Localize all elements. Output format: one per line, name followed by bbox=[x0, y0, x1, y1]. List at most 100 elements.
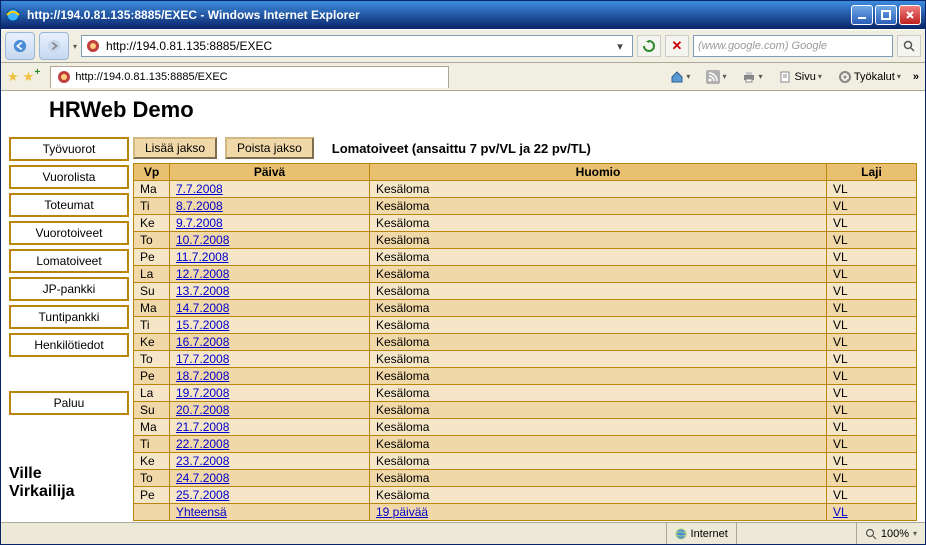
date-link[interactable]: 13.7.2008 bbox=[176, 284, 229, 298]
address-dropdown-icon[interactable]: ▾ bbox=[612, 40, 628, 53]
sidebar-item-2[interactable]: Toteumat bbox=[9, 193, 129, 217]
delete-period-button[interactable]: Poista jakso bbox=[225, 137, 314, 159]
cell-type: VL bbox=[827, 368, 917, 385]
date-link[interactable]: 9.7.2008 bbox=[176, 216, 223, 230]
tab-label: http://194.0.81.135:8885/EXEC bbox=[75, 71, 227, 83]
cell-type: VL bbox=[827, 232, 917, 249]
date-link[interactable]: 21.7.2008 bbox=[176, 420, 229, 434]
cell-type: VL bbox=[827, 351, 917, 368]
home-button[interactable]: ▾ bbox=[666, 68, 694, 86]
table-row: To17.7.2008KesälomaVL bbox=[134, 351, 917, 368]
search-box[interactable]: (www.google.com) Google bbox=[693, 35, 893, 57]
date-link[interactable]: 16.7.2008 bbox=[176, 335, 229, 349]
cell-date: 10.7.2008 bbox=[170, 232, 370, 249]
maximize-button[interactable] bbox=[875, 5, 897, 25]
cell-note: Kesäloma bbox=[370, 487, 827, 504]
ie-icon bbox=[5, 7, 21, 23]
date-link[interactable]: 12.7.2008 bbox=[176, 267, 229, 281]
cell-date: 9.7.2008 bbox=[170, 215, 370, 232]
add-period-button[interactable]: Lisää jakso bbox=[133, 137, 217, 159]
date-link[interactable]: 20.7.2008 bbox=[176, 403, 229, 417]
tools-menu[interactable]: Työkalut▾ bbox=[834, 68, 905, 86]
table-row: La12.7.2008KesälomaVL bbox=[134, 266, 917, 283]
sidebar-item-1[interactable]: Vuorolista bbox=[9, 165, 129, 189]
date-link[interactable]: 23.7.2008 bbox=[176, 454, 229, 468]
cell-weekday: Ke bbox=[134, 334, 170, 351]
url-input[interactable] bbox=[104, 38, 612, 54]
cell-date: 17.7.2008 bbox=[170, 351, 370, 368]
col-weekday: Vp bbox=[134, 164, 170, 181]
feeds-button[interactable]: ▾ bbox=[702, 68, 730, 86]
date-link[interactable]: 17.7.2008 bbox=[176, 352, 229, 366]
cell-type: VL bbox=[827, 215, 917, 232]
date-link[interactable]: 25.7.2008 bbox=[176, 488, 229, 502]
sidebar-item-4[interactable]: Lomatoiveet bbox=[9, 249, 129, 273]
cell-weekday: La bbox=[134, 266, 170, 283]
window-titlebar: http://194.0.81.135:8885/EXEC - Windows … bbox=[1, 1, 925, 29]
sidebar-item-6[interactable]: Tuntipankki bbox=[9, 305, 129, 329]
cell-note: Kesäloma bbox=[370, 181, 827, 198]
back-button[interactable] bbox=[5, 32, 35, 60]
toolbar-overflow-icon[interactable]: » bbox=[913, 71, 919, 83]
cell-type: VL bbox=[827, 198, 917, 215]
cell-note: Kesäloma bbox=[370, 419, 827, 436]
date-link[interactable]: 24.7.2008 bbox=[176, 471, 229, 485]
total-days-link[interactable]: 19 päivää bbox=[376, 505, 428, 519]
address-bar[interactable]: ▾ bbox=[81, 35, 633, 57]
search-button[interactable] bbox=[897, 35, 921, 57]
cell-weekday: Ma bbox=[134, 181, 170, 198]
cell-note: Kesäloma bbox=[370, 283, 827, 300]
zoom-control[interactable]: 100% ▾ bbox=[856, 523, 925, 544]
date-link[interactable]: 7.7.2008 bbox=[176, 182, 223, 196]
col-note: Huomio bbox=[370, 164, 827, 181]
table-row: La19.7.2008KesälomaVL bbox=[134, 385, 917, 402]
total-type-link[interactable]: VL bbox=[833, 505, 848, 519]
user-name: VilleVirkailija bbox=[9, 465, 127, 501]
tab-toolbar: ★ ★ http://194.0.81.135:8885/EXEC ▾ ▾ ▾ … bbox=[1, 63, 925, 91]
table-row: Ke9.7.2008KesälomaVL bbox=[134, 215, 917, 232]
cell-note: Kesäloma bbox=[370, 198, 827, 215]
close-button[interactable] bbox=[899, 5, 921, 25]
security-zone: Internet bbox=[666, 523, 736, 544]
internet-zone-icon bbox=[675, 528, 687, 540]
date-link[interactable]: 11.7.2008 bbox=[176, 250, 229, 264]
sidebar-item-7[interactable]: Henkilötiedot bbox=[9, 333, 129, 357]
col-type: Laji bbox=[827, 164, 917, 181]
sidebar-item-0[interactable]: Työvuorot bbox=[9, 137, 129, 161]
total-label-link[interactable]: Yhteensä bbox=[176, 505, 227, 519]
cell-note: Kesäloma bbox=[370, 266, 827, 283]
cell-note: Kesäloma bbox=[370, 232, 827, 249]
browser-tab[interactable]: http://194.0.81.135:8885/EXEC bbox=[50, 66, 448, 88]
date-link[interactable]: 18.7.2008 bbox=[176, 369, 229, 383]
cell-note: Kesäloma bbox=[370, 215, 827, 232]
cell-type: VL bbox=[827, 385, 917, 402]
table-row: Ma21.7.2008KesälomaVL bbox=[134, 419, 917, 436]
date-link[interactable]: 14.7.2008 bbox=[176, 301, 229, 315]
cell-date: 19.7.2008 bbox=[170, 385, 370, 402]
sidebar-item-5[interactable]: JP-pankki bbox=[9, 277, 129, 301]
date-link[interactable]: 15.7.2008 bbox=[176, 318, 229, 332]
app-title: HRWeb Demo bbox=[1, 91, 925, 133]
sidebar-item-3[interactable]: Vuorotoiveet bbox=[9, 221, 129, 245]
cell-date: 21.7.2008 bbox=[170, 419, 370, 436]
sidebar-back-button[interactable]: Paluu bbox=[9, 391, 129, 415]
search-placeholder: (www.google.com) Google bbox=[698, 40, 827, 52]
add-favorite-icon[interactable]: ★ bbox=[23, 69, 35, 85]
favorites-icon[interactable]: ★ bbox=[7, 69, 19, 85]
date-link[interactable]: 8.7.2008 bbox=[176, 199, 223, 213]
print-button[interactable]: ▾ bbox=[738, 68, 766, 86]
date-link[interactable]: 22.7.2008 bbox=[176, 437, 229, 451]
refresh-button[interactable] bbox=[637, 35, 661, 57]
table-row: To24.7.2008KesälomaVL bbox=[134, 470, 917, 487]
cell-date: 8.7.2008 bbox=[170, 198, 370, 215]
forward-button[interactable] bbox=[39, 32, 69, 60]
favicon-icon bbox=[86, 39, 100, 53]
date-link[interactable]: 19.7.2008 bbox=[176, 386, 229, 400]
cell-weekday: Ma bbox=[134, 419, 170, 436]
nav-history-dropdown[interactable]: ▾ bbox=[73, 42, 77, 51]
table-row: Ke16.7.2008KesälomaVL bbox=[134, 334, 917, 351]
stop-button[interactable]: ✕ bbox=[665, 35, 689, 57]
page-menu[interactable]: Sivu▾ bbox=[774, 68, 825, 86]
minimize-button[interactable] bbox=[851, 5, 873, 25]
date-link[interactable]: 10.7.2008 bbox=[176, 233, 229, 247]
